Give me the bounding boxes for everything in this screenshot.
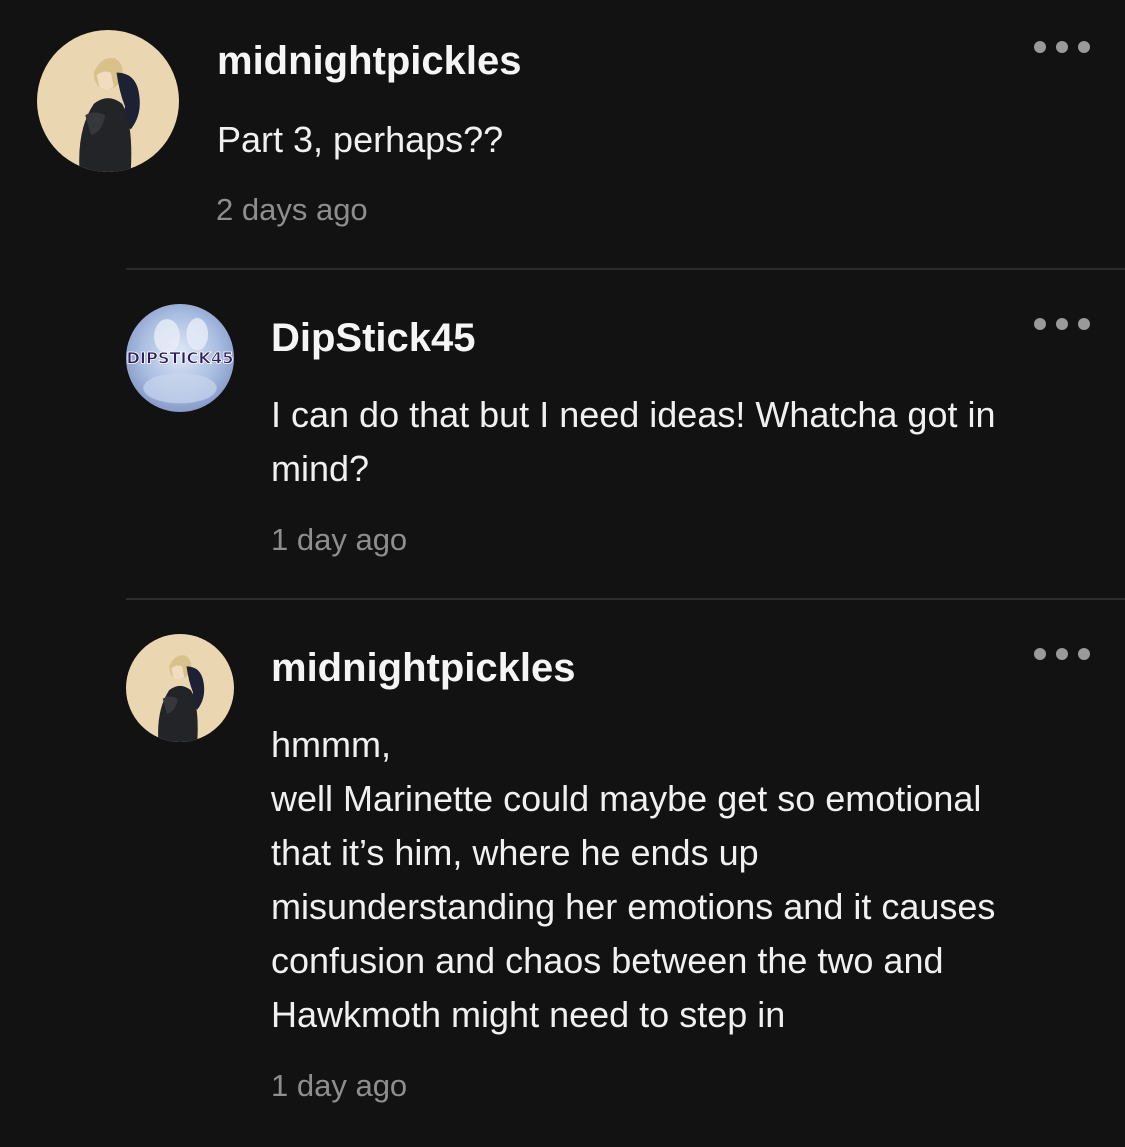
avatar[interactable] [126, 634, 234, 742]
more-options-button[interactable] [1034, 644, 1090, 664]
anime-character-avatar-icon [126, 634, 234, 742]
ellipsis-icon [1056, 648, 1068, 660]
comment-timestamp: 1 day ago [271, 1068, 408, 1103]
ellipsis-icon [1034, 648, 1046, 660]
comment-3: midnightpickles hmmm, well Marinette cou… [0, 0, 1125, 1147]
comment-text: hmmm, well Marinette could maybe get so … [271, 724, 996, 1035]
comment-username[interactable]: midnightpickles [271, 644, 576, 692]
ellipsis-icon [1078, 648, 1090, 660]
